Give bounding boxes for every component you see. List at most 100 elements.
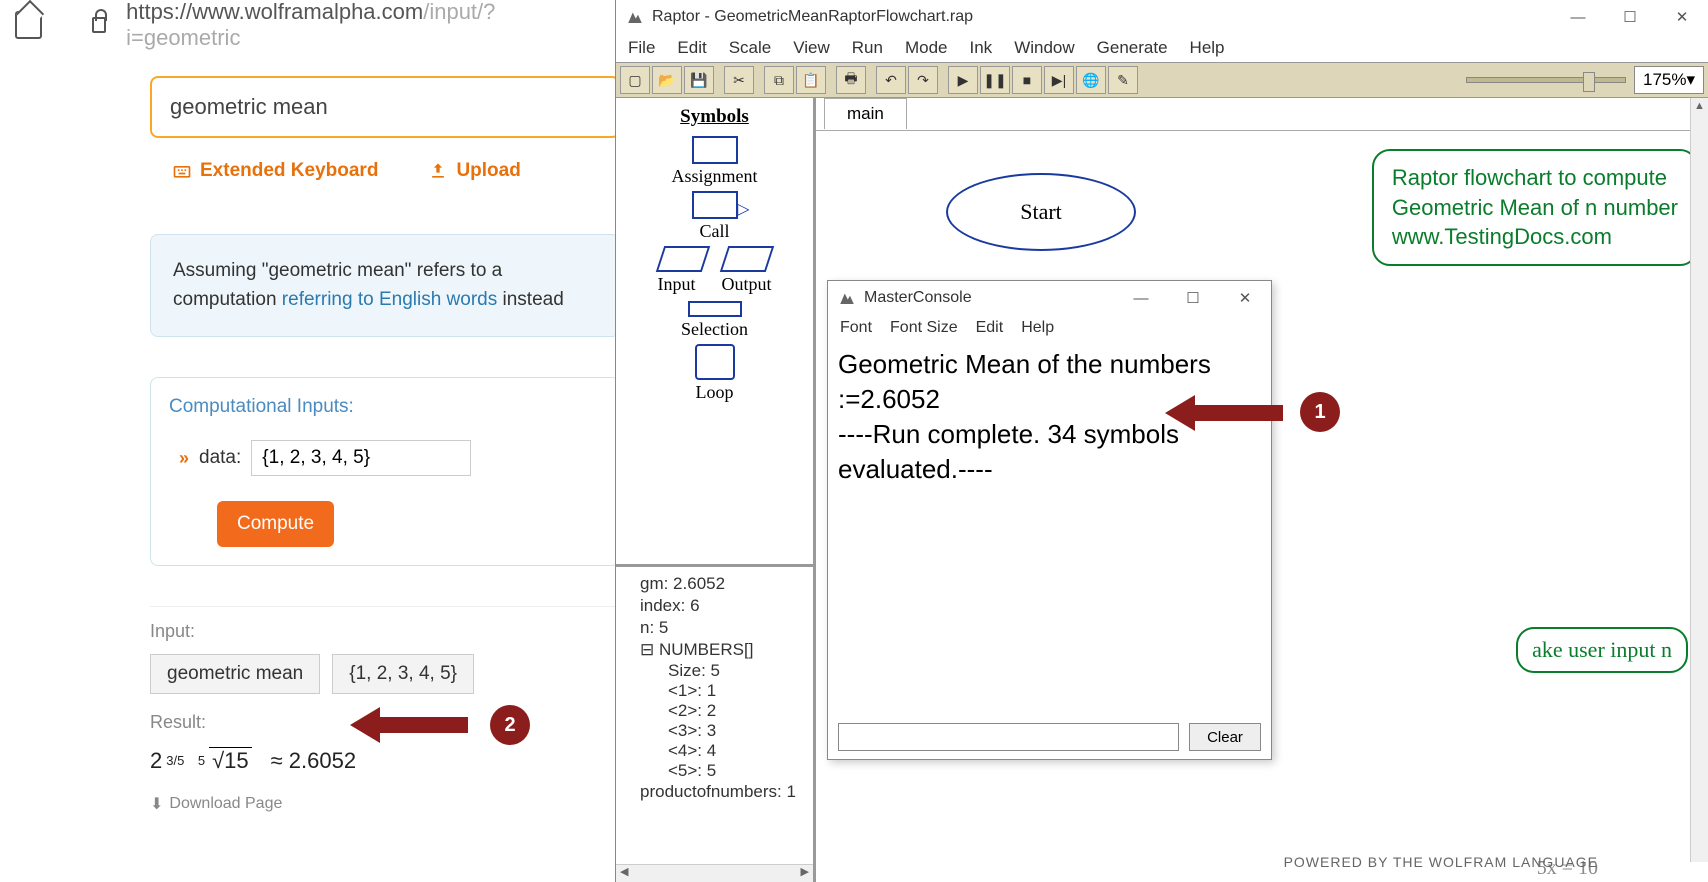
console-app-icon [838,289,856,307]
paste-icon[interactable]: 📋 [796,66,826,94]
powered-by-text: POWERED BY THE WOLFRAM LANGUAGE [1284,854,1598,870]
input-pill-func: geometric mean [150,654,320,694]
stop-icon[interactable]: ■ [1012,66,1042,94]
minimize-button[interactable]: — [1552,0,1604,34]
print-icon[interactable]: 🖶 [836,66,866,94]
zoom-value[interactable]: 175%▾ [1634,66,1704,94]
flowchart-annotation-1: Raptor flowchart to compute Geometric Me… [1372,149,1698,266]
symbol-loop[interactable]: Loop [616,382,813,403]
cut-icon[interactable]: ✂ [724,66,754,94]
data-input[interactable] [251,440,471,476]
start-node[interactable]: Start [946,173,1136,251]
raptor-titlebar: Raptor - GeometricMeanRaptorFlowchart.ra… [616,0,1708,34]
comp-inputs-heading: Computational Inputs: [169,396,601,418]
console-menubar: Font Font Size Edit Help [828,315,1271,341]
formula-exp: 3/5 [166,753,184,768]
pane-scrollbar[interactable]: ◀▶ [616,864,813,882]
annot1-line2: Geometric Mean of n number [1392,193,1678,223]
extended-keyboard-label: Extended Keyboard [200,160,378,182]
var-index: index: 6 [622,595,807,617]
raptor-menubar: File Edit Scale View Run Mode Ink Window… [616,34,1708,62]
var-arr-2: <2>: 2 [622,701,807,721]
clear-button[interactable]: Clear [1189,723,1261,751]
pen-icon[interactable]: ✎ [1108,66,1138,94]
assignment-shape-icon[interactable] [692,136,738,164]
symbols-heading: Symbols [616,106,813,128]
result-section: Result: 23/5 5√15 ≈ 2.6052 [150,712,620,774]
pause-icon[interactable]: ❚❚ [980,66,1010,94]
menu-file[interactable]: File [628,38,655,58]
symbol-selection[interactable]: Selection [616,319,813,340]
home-icon[interactable] [15,11,42,39]
symbol-assignment[interactable]: Assignment [616,166,813,187]
menu-mode[interactable]: Mode [905,38,948,58]
formula-root-val: 15 [224,748,248,773]
var-arr-4: <4>: 4 [622,741,807,761]
step-icon[interactable]: ▶| [1044,66,1074,94]
input-shape-icon[interactable] [655,246,709,272]
result-formula: 23/5 5√15 ≈ 2.6052 [150,747,620,774]
callout-badge-2: 2 [490,705,530,745]
menu-window[interactable]: Window [1014,38,1074,58]
zoom-slider[interactable] [1466,77,1626,83]
console-menu-edit[interactable]: Edit [976,319,1004,337]
extended-keyboard-button[interactable]: Extended Keyboard [172,160,378,182]
symbol-call[interactable]: Call [616,221,813,242]
open-file-icon[interactable]: 📂 [652,66,682,94]
close-button[interactable]: ✕ [1656,0,1708,34]
upload-button[interactable]: Upload [428,160,520,182]
formula-root-deg: 5 [198,753,205,768]
master-console-window: MasterConsole — ☐ ✕ Font Font Size Edit … [827,280,1272,760]
console-titlebar[interactable]: MasterConsole — ☐ ✕ [828,281,1271,315]
new-file-icon[interactable]: ▢ [620,66,650,94]
url-host: https://www.wolframalpha.com [126,0,423,24]
menu-scale[interactable]: Scale [729,38,772,58]
console-maximize-button[interactable]: ☐ [1167,281,1219,315]
selection-shape-icon[interactable] [688,301,742,317]
console-title-text: MasterConsole [864,289,972,307]
wolfram-search-input[interactable]: geometric mean [150,76,620,138]
call-shape-icon[interactable]: ▷ [692,191,738,219]
symbol-output[interactable]: Output [721,274,771,295]
vertical-scrollbar[interactable] [1690,98,1708,862]
var-arr-3: <3>: 3 [622,721,807,741]
download-page-link[interactable]: ⬇ Download Page [150,794,620,814]
variables-pane: gm: 2.6052 index: 6 n: 5 ⊟ NUMBERS[] Siz… [616,564,813,864]
menu-help[interactable]: Help [1190,38,1225,58]
loop-shape-icon[interactable] [695,344,735,380]
maximize-button[interactable]: ☐ [1604,0,1656,34]
menu-run[interactable]: Run [852,38,883,58]
compute-button[interactable]: Compute [217,501,334,547]
assumption-box: Assuming "geometric mean" refers to a co… [150,234,620,337]
menu-edit[interactable]: Edit [677,38,706,58]
var-size: Size: 5 [622,661,807,681]
menu-generate[interactable]: Generate [1097,38,1168,58]
console-menu-fontsize[interactable]: Font Size [890,319,958,337]
raptor-app-icon [626,8,644,26]
var-gm: gm: 2.6052 [622,573,807,595]
var-numbers[interactable]: ⊟ NUMBERS[] [622,639,807,661]
input-section: Input: geometric mean {1, 2, 3, 4, 5} [150,606,620,694]
url-display[interactable]: https://www.wolframalpha.com/input/?i=ge… [126,0,597,51]
tab-main[interactable]: main [824,98,907,129]
console-minimize-button[interactable]: — [1115,281,1167,315]
menu-ink[interactable]: Ink [970,38,993,58]
undo-icon[interactable]: ↶ [876,66,906,94]
assume-link[interactable]: referring to English words [282,289,497,310]
dropdown-icon[interactable]: ▾ [1686,70,1695,90]
console-input[interactable] [838,723,1179,751]
symbol-input[interactable]: Input [657,274,695,295]
menu-view[interactable]: View [793,38,830,58]
play-icon[interactable]: ▶ [948,66,978,94]
globe-icon[interactable]: 🌐 [1076,66,1106,94]
output-shape-icon[interactable] [719,246,773,272]
console-close-button[interactable]: ✕ [1219,281,1271,315]
var-n: n: 5 [622,617,807,639]
redo-icon[interactable]: ↷ [908,66,938,94]
console-menu-font[interactable]: Font [840,319,872,337]
save-file-icon[interactable]: 💾 [684,66,714,94]
zoom-text: 175% [1643,70,1686,90]
copy-icon[interactable]: ⧉ [764,66,794,94]
console-menu-help[interactable]: Help [1021,319,1054,337]
lock-icon [92,17,106,33]
